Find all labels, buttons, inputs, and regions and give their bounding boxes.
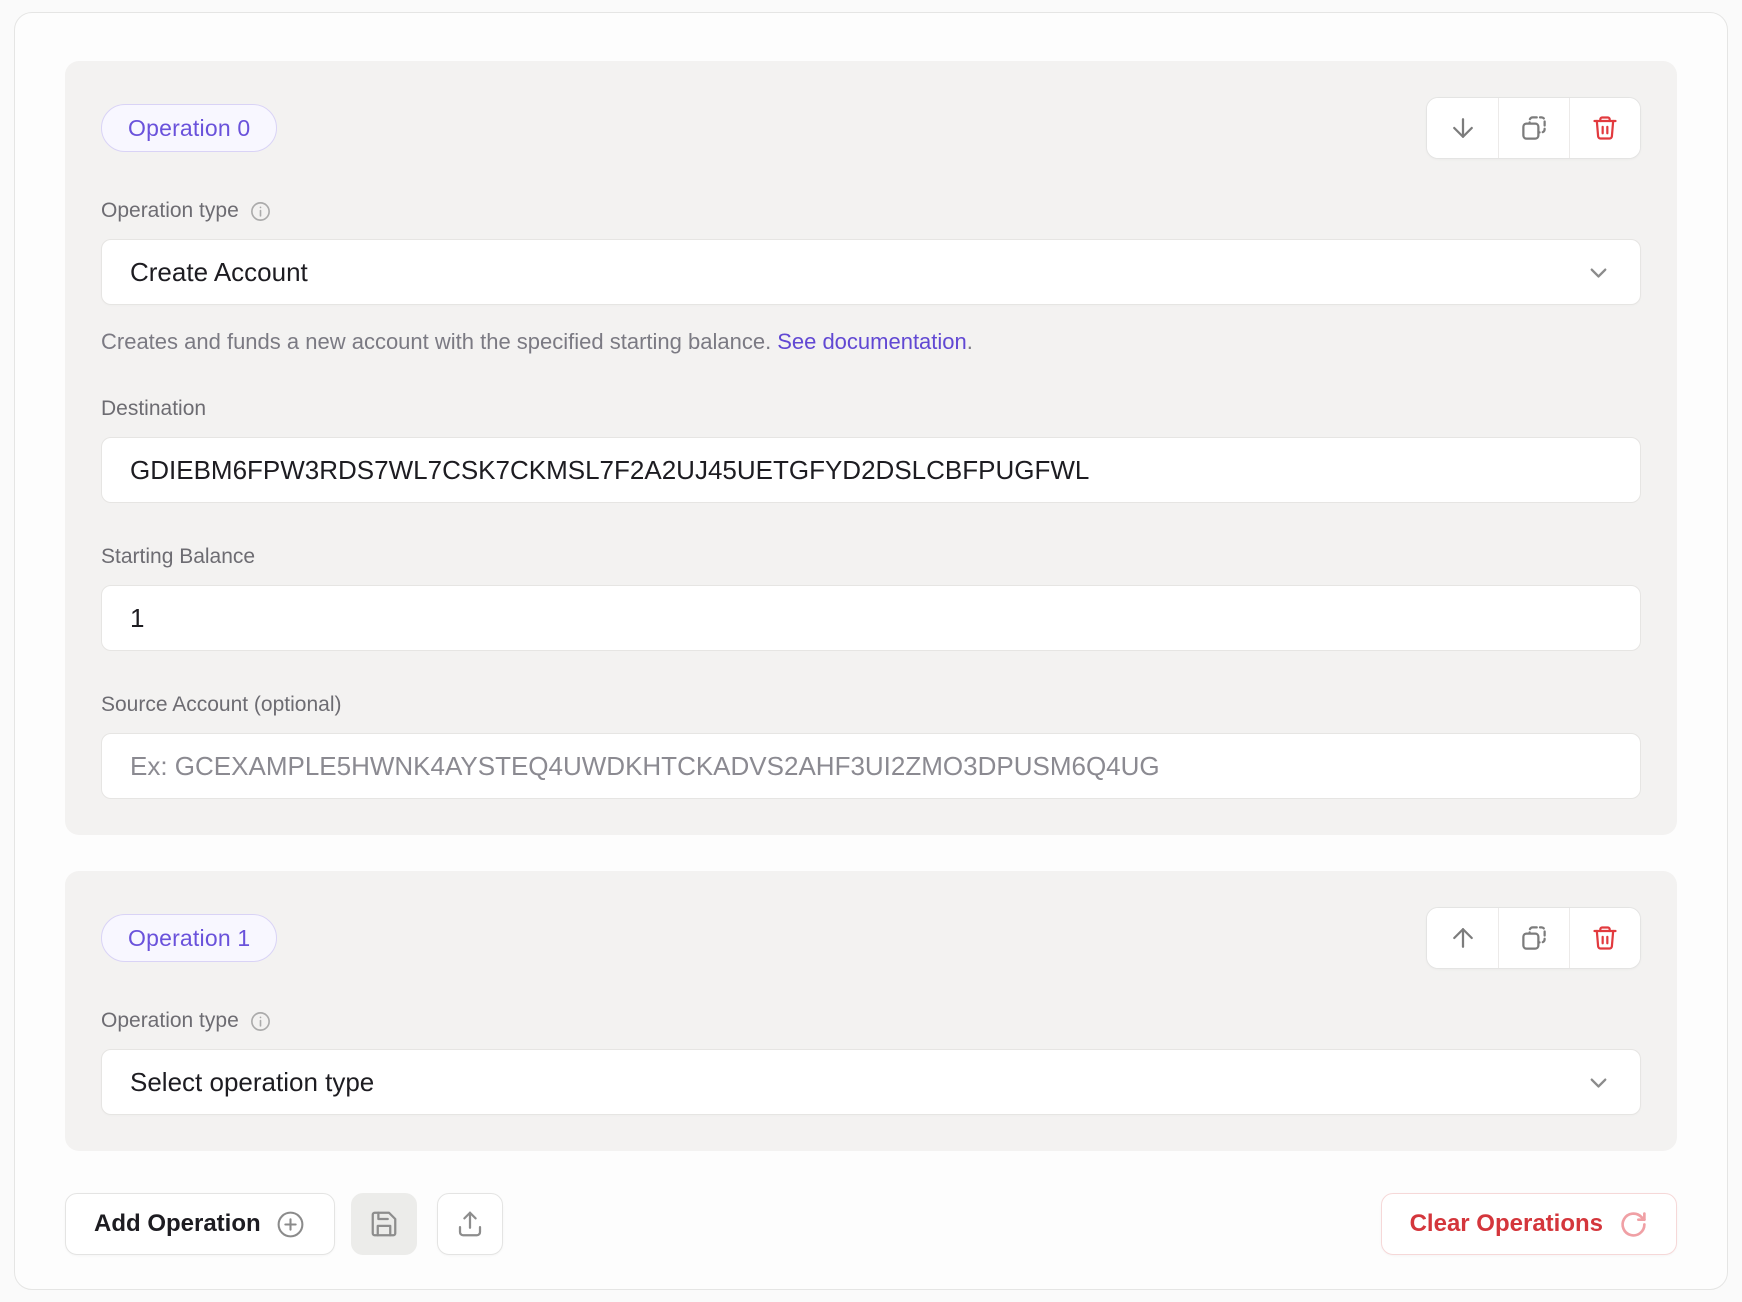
starting-balance-input[interactable] [101,585,1641,651]
duplicate-button[interactable] [1498,908,1569,968]
arrow-up-icon [1448,923,1478,953]
plus-circle-icon [275,1209,306,1240]
operation-card-1: Operation 1 [65,871,1677,1151]
trash-icon [1591,924,1619,952]
clear-operations-label: Clear Operations [1410,1210,1603,1238]
see-documentation-link[interactable]: See documentation [777,329,967,354]
upload-icon [455,1209,485,1239]
add-operation-label: Add Operation [94,1210,261,1238]
chevron-down-icon [1585,1069,1612,1096]
duplicate-icon [1519,923,1549,953]
move-down-button[interactable] [1427,98,1498,158]
operation-1-actions [1426,907,1641,969]
source-account-input[interactable] [101,733,1641,799]
destination-field: Destination [101,397,1641,503]
operation-0-badge: Operation 0 [101,104,277,152]
operations-footer: Add Operation Clear Operations [65,1193,1677,1255]
operation-type-selected-value: Create Account [130,257,308,288]
operation-type-selected-value: Select operation type [130,1067,374,1098]
operation-0-actions [1426,97,1641,159]
info-icon[interactable] [249,1010,272,1033]
duplicate-icon [1519,113,1549,143]
duplicate-button[interactable] [1498,98,1569,158]
starting-balance-label: Starting Balance [101,545,1641,569]
transaction-operations-panel: Operation 0 [14,12,1728,1290]
save-operations-button[interactable] [351,1193,417,1255]
add-operation-button[interactable]: Add Operation [65,1193,335,1255]
operation-1-badge: Operation 1 [101,914,277,962]
trash-icon [1591,114,1619,142]
operation-type-select[interactable]: Create Account [101,239,1641,305]
source-account-label: Source Account (optional) [101,693,1641,717]
chevron-down-icon [1585,259,1612,286]
delete-operation-button[interactable] [1569,908,1640,968]
destination-input[interactable] [101,437,1641,503]
operation-type-label: Operation type [101,199,239,223]
operation-type-label: Operation type [101,1009,239,1033]
operation-description: Creates and funds a new account with the… [101,329,1641,355]
save-icon [369,1209,399,1239]
refresh-icon [1619,1210,1648,1239]
starting-balance-field: Starting Balance [101,545,1641,651]
operation-type-field: Operation type Select operation type [101,1009,1641,1115]
operation-type-field: Operation type Create Account Creates an… [101,199,1641,355]
operation-card-0: Operation 0 [65,61,1677,835]
move-up-button[interactable] [1427,908,1498,968]
operation-type-select[interactable]: Select operation type [101,1049,1641,1115]
operation-1-header: Operation 1 [101,907,1641,969]
clear-operations-button[interactable]: Clear Operations [1381,1193,1677,1255]
source-account-field: Source Account (optional) [101,693,1641,799]
delete-operation-button[interactable] [1569,98,1640,158]
operation-0-header: Operation 0 [101,97,1641,159]
arrow-down-icon [1448,113,1478,143]
info-icon[interactable] [249,200,272,223]
upload-operations-button[interactable] [437,1193,503,1255]
destination-label: Destination [101,397,1641,421]
